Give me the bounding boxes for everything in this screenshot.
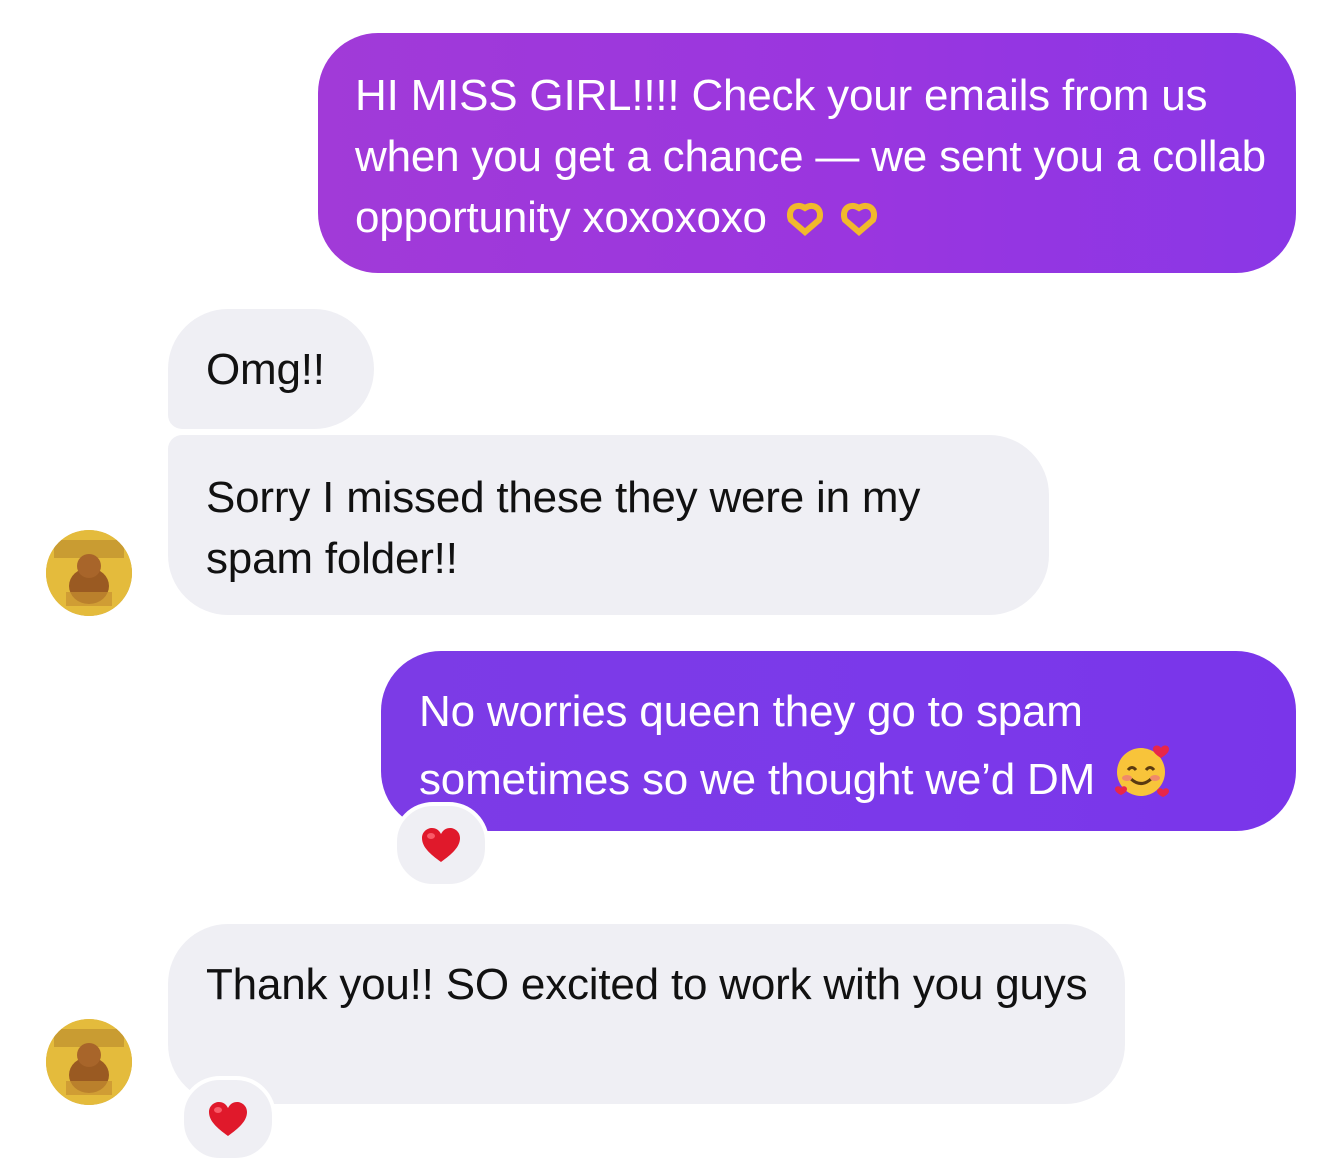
red-heart-icon	[209, 1102, 247, 1136]
dog-avatar-icon	[46, 1019, 132, 1105]
contact-avatar[interactable]	[46, 530, 132, 616]
message-text: Sorry I missed these they were in my spa…	[206, 473, 921, 583]
contact-avatar[interactable]	[46, 1019, 132, 1105]
sent-message-bubble[interactable]: No worries queen they go to spam sometim…	[381, 651, 1296, 831]
smiling-face-with-hearts-emoji-icon	[1113, 742, 1173, 816]
heart-reaction[interactable]	[180, 1076, 276, 1162]
message-text: Omg!!	[206, 345, 325, 394]
red-heart-icon	[422, 828, 460, 862]
heart-hands-emoji-icon	[785, 193, 889, 254]
dog-avatar-icon	[46, 530, 132, 616]
received-message-bubble[interactable]: Sorry I missed these they were in my spa…	[168, 435, 1049, 615]
message-text: No worries queen they go to spam sometim…	[419, 687, 1096, 804]
sent-message-bubble[interactable]: HI MISS GIRL!!!! Check your emails from …	[318, 33, 1296, 273]
message-text: Thank you!! SO excited to work with you …	[206, 960, 1088, 1009]
received-message-bubble[interactable]: Omg!!	[168, 309, 374, 429]
heart-reaction[interactable]	[393, 802, 489, 888]
received-message-bubble[interactable]: Thank you!! SO excited to work with you …	[168, 924, 1125, 1104]
